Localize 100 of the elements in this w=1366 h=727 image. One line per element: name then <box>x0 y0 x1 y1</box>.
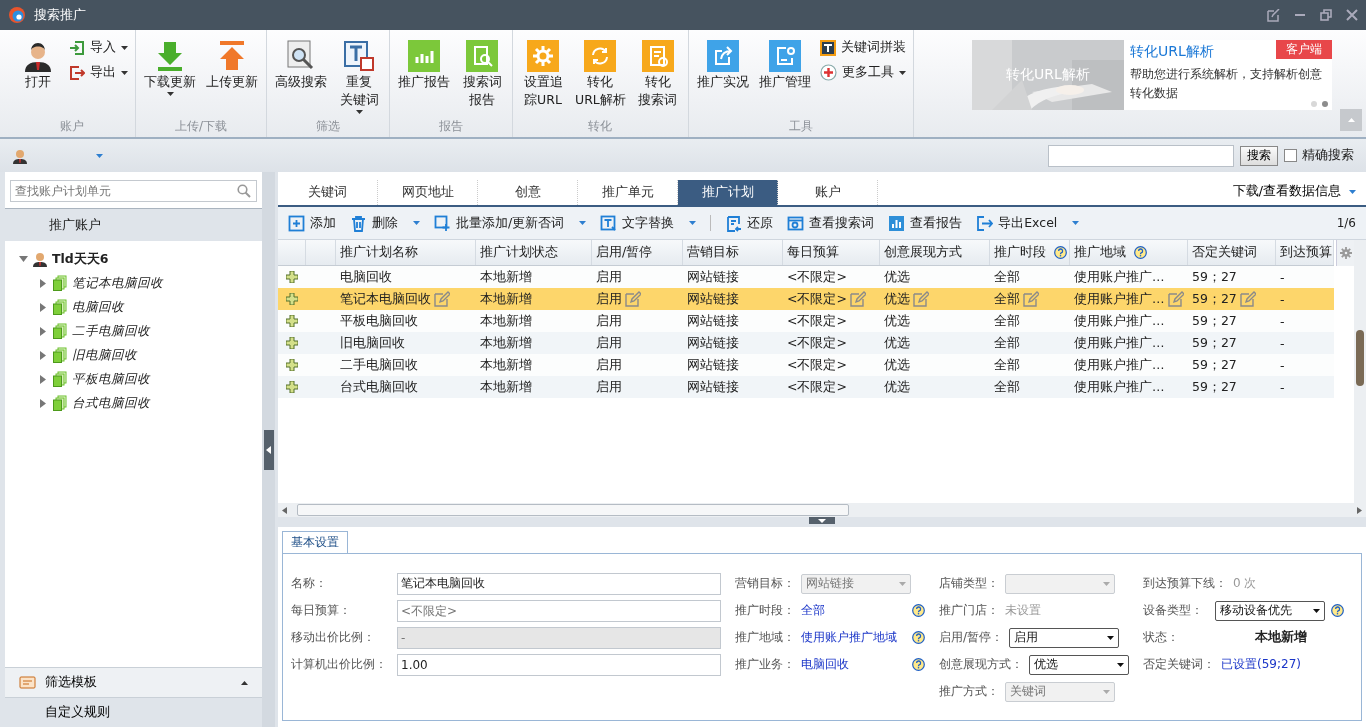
panel-button[interactable]: 自定义规则 <box>5 697 262 727</box>
toolbar-button[interactable]: 还原 <box>725 214 774 232</box>
toolbar-button[interactable]: 转化 URL解析 <box>572 38 629 110</box>
toolbar-button[interactable]: 更多工具 <box>817 63 908 82</box>
input-field[interactable]: <不限定> <box>397 599 721 622</box>
restore-icon[interactable] <box>1320 9 1332 21</box>
column-header[interactable]: 到达预算 <box>1280 244 1332 261</box>
select-field[interactable]: 优选 <box>1029 654 1129 675</box>
banner-title[interactable]: 转化URL解析 <box>1130 43 1214 65</box>
column-header[interactable]: 推广时段 <box>994 244 1046 261</box>
toolbar-button[interactable]: 下载更新 <box>141 38 199 98</box>
column-header[interactable]: 推广计划状态 <box>480 244 558 261</box>
link[interactable]: 已设置(59;27) <box>1221 656 1353 673</box>
help-icon[interactable] <box>912 658 925 671</box>
tree-item[interactable]: 二手电脑回收 <box>72 322 150 340</box>
toolbar-button[interactable]: 添加 <box>288 214 336 232</box>
column-header[interactable]: 营销目标 <box>687 244 739 261</box>
toolbar-button[interactable]: 设置追 踪URL <box>518 38 568 110</box>
table-row[interactable]: 笔记本电脑回收 本地新增 启用 网站链接 <不限定> 优选 全部 使用账户推广… 59；27 - <box>278 288 1334 310</box>
link[interactable]: 电脑回收 <box>801 656 906 673</box>
close-icon[interactable] <box>1346 9 1358 21</box>
search-button[interactable]: 搜索 <box>1240 145 1278 166</box>
toolbar-button[interactable]: 上传更新 <box>203 38 261 92</box>
panel-button[interactable]: 筛选模板 <box>5 667 262 697</box>
tree-item[interactable]: 笔记本电脑回收 <box>72 274 163 292</box>
edit-icon[interactable] <box>625 291 641 307</box>
tab[interactable]: 基本设置 <box>282 531 348 553</box>
toolbar-button[interactable]: 推广实况 <box>693 38 752 92</box>
plus-icon[interactable] <box>286 315 298 327</box>
link[interactable]: 使用账户推广地域 <box>801 629 906 646</box>
toolbar-button[interactable]: 批量添加/更新否词 <box>434 214 587 232</box>
toolbar-button[interactable]: 高级搜索 <box>272 38 330 92</box>
toolbar-button[interactable]: 文字替换 <box>600 214 697 232</box>
edit-icon[interactable] <box>434 291 450 307</box>
plus-icon[interactable] <box>286 359 298 371</box>
scrollbar[interactable] <box>1354 240 1366 503</box>
toolbar-button[interactable]: 关键词拼装 <box>817 38 908 57</box>
carousel-dot[interactable] <box>1311 101 1317 107</box>
expand-arrow-icon[interactable] <box>39 326 48 336</box>
expand-arrow-icon[interactable] <box>39 302 48 312</box>
toolbar-button[interactable]: 查看搜索词 <box>787 214 875 232</box>
collapse-handle[interactable] <box>263 429 274 470</box>
select-field[interactable]: 移动设备优先 <box>1215 600 1325 621</box>
plus-icon[interactable] <box>286 293 298 305</box>
edit-icon[interactable] <box>1023 291 1039 307</box>
plus-icon[interactable] <box>286 271 298 283</box>
table-row[interactable]: 旧电脑回收 本地新增 启用 网站链接 <不限定> 优选 全部 使用账户推广… 59；27 - <box>278 332 1334 354</box>
search-field[interactable] <box>1048 144 1234 167</box>
toolbar-button[interactable]: 导入 <box>67 38 130 57</box>
scrollbar[interactable] <box>278 503 1366 517</box>
dropdown-menu[interactable]: 下载/查看数据信息 <box>1226 182 1366 201</box>
column-header[interactable]: 每日预算 <box>787 244 839 261</box>
input-field[interactable]: 笔记本电脑回收 <box>397 572 721 595</box>
scroll-left-icon[interactable] <box>282 506 287 514</box>
plus-icon[interactable] <box>286 381 298 393</box>
toolbar-button[interactable]: 重复 关键词 <box>334 38 384 116</box>
tree-item[interactable]: 电脑回收 <box>72 298 124 316</box>
expand-arrow-icon[interactable] <box>39 350 48 360</box>
expand-arrow-icon[interactable] <box>39 398 48 408</box>
toolbar-button[interactable]: 推广报告 <box>395 38 453 92</box>
search-field[interactable]: 查找账户计划单元 <box>10 180 257 202</box>
input-field[interactable]: 1.00 <box>397 653 721 676</box>
help-icon[interactable] <box>1134 246 1147 259</box>
column-header[interactable]: 否定关键词 <box>1192 244 1257 261</box>
column-header[interactable]: 推广地域 <box>1074 244 1126 261</box>
toolbar-button[interactable]: 查看报告 <box>888 214 963 232</box>
column-header[interactable]: 启用/暂停 <box>596 244 653 261</box>
toolbar-button[interactable]: 转化 搜索词 <box>632 38 683 110</box>
link[interactable]: 全部 <box>801 602 906 619</box>
scroll-right-icon[interactable] <box>1357 506 1362 514</box>
help-icon[interactable] <box>912 631 925 644</box>
toolbar-button[interactable]: 删除 <box>350 214 420 232</box>
checkbox[interactable] <box>1284 149 1297 162</box>
tree-item[interactable]: 平板电脑回收 <box>72 370 150 388</box>
edit-icon[interactable] <box>913 291 929 307</box>
help-icon[interactable] <box>1054 246 1067 259</box>
edit-icon[interactable] <box>849 291 866 307</box>
carousel-dot[interactable] <box>1322 101 1328 107</box>
settings-button[interactable] <box>1336 240 1354 266</box>
tree-item[interactable]: Tld天天6 <box>52 250 109 268</box>
edit-icon[interactable] <box>1267 8 1280 22</box>
search-icon[interactable] <box>237 184 251 198</box>
expand-arrow-icon[interactable] <box>39 374 48 384</box>
tab[interactable]: 推广计划 <box>678 180 778 205</box>
help-icon[interactable] <box>912 604 925 617</box>
tree-item[interactable]: 旧电脑回收 <box>72 346 137 364</box>
toolbar-button[interactable]: 搜索词 报告 <box>457 38 507 110</box>
table-row[interactable]: 台式电脑回收 本地新增 启用 网站链接 <不限定> 优选 全部 使用账户推广… 59；27 - <box>278 376 1334 398</box>
tree-item[interactable]: 台式电脑回收 <box>72 394 150 412</box>
splitter-handle[interactable] <box>809 517 835 524</box>
help-icon[interactable] <box>1331 604 1344 617</box>
edit-icon[interactable] <box>1167 291 1184 307</box>
toolbar-button[interactable]: 推广管理 <box>755 38 814 92</box>
edit-icon[interactable] <box>1239 291 1256 307</box>
plus-icon[interactable] <box>286 337 298 349</box>
toolbar-button[interactable]: 导出Excel <box>976 214 1080 232</box>
toolbar-button[interactable]: 打开 <box>13 38 63 92</box>
column-header[interactable]: 创意展现方式 <box>884 244 962 261</box>
collapse-arrow-icon[interactable] <box>19 254 28 264</box>
select-field[interactable]: 启用 <box>1009 627 1120 648</box>
